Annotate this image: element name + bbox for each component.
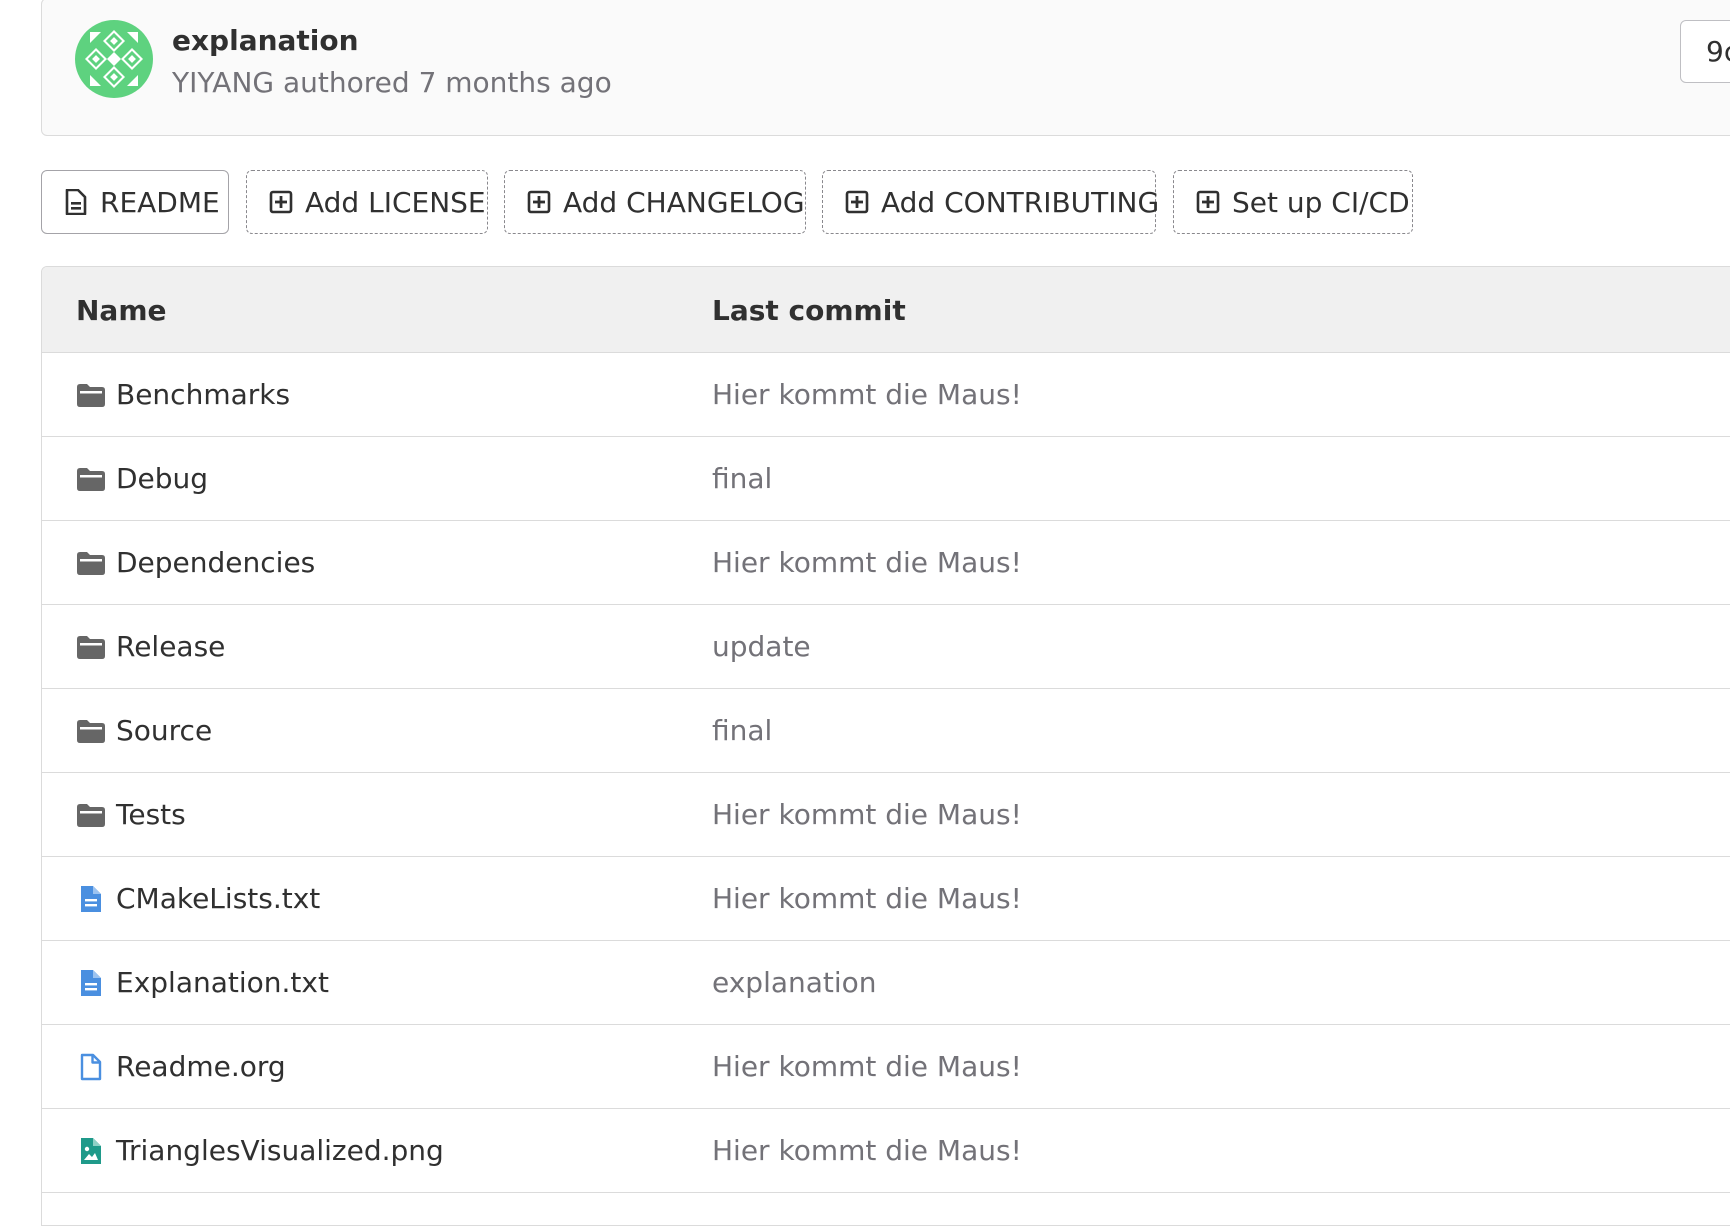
table-row[interactable]: Explanation.txt explanation — [42, 941, 1730, 1025]
last-commit-message[interactable]: Hier kommt die Maus! — [712, 1050, 1022, 1083]
readme-button-label: README — [100, 185, 220, 219]
file-name[interactable]: Explanation.txt — [116, 966, 329, 999]
table-row[interactable]: Source final — [42, 689, 1730, 773]
setup-cicd-button[interactable]: Set up CI/CD — [1173, 170, 1413, 234]
add-contributing-button-label: Add CONTRIBUTING — [881, 185, 1160, 219]
file-table: Name Last commit Benchmarks Hier kommt d… — [41, 266, 1730, 1226]
column-header-last-commit: Last commit — [712, 294, 906, 327]
table-row[interactable]: TrianglesVisualized.png Hier kommt die M… — [42, 1109, 1730, 1193]
last-commit-message[interactable]: explanation — [712, 966, 877, 999]
table-row[interactable]: Tests Hier kommt die Maus! — [42, 773, 1730, 857]
last-commit-message[interactable]: Hier kommt die Maus! — [712, 378, 1022, 411]
file-icon — [65, 189, 87, 215]
commit-sha-button[interactable]: 9c — [1680, 20, 1730, 83]
last-commit-message[interactable]: Hier kommt die Maus! — [712, 798, 1022, 831]
table-row[interactable]: CMakeLists.txt Hier kommt die Maus! — [42, 857, 1730, 941]
add-license-button-label: Add LICENSE — [305, 185, 486, 219]
table-row[interactable]: Dependencies Hier kommt die Maus! — [42, 521, 1730, 605]
file-name[interactable]: Tests — [116, 798, 186, 831]
file-name[interactable]: TrianglesVisualized.png — [116, 1134, 444, 1167]
commit-authored-label: authored — [283, 66, 410, 99]
column-header-name: Name — [76, 294, 167, 327]
add-changelog-button-label: Add CHANGELOG — [563, 185, 805, 219]
folder-icon — [77, 468, 105, 491]
file-name[interactable]: CMakeLists.txt — [116, 882, 320, 915]
readme-button[interactable]: README — [41, 170, 229, 234]
file-name[interactable]: Debug — [116, 462, 208, 495]
file-name[interactable]: Dependencies — [116, 546, 315, 579]
last-commit-message[interactable]: final — [712, 462, 772, 495]
file-name[interactable]: Readme.org — [116, 1050, 286, 1083]
text-file-icon — [81, 886, 101, 912]
image-file-icon — [81, 1138, 101, 1164]
last-commit-message[interactable]: update — [712, 630, 811, 663]
commit-author[interactable]: YIYANG — [172, 66, 274, 99]
folder-icon — [77, 552, 105, 575]
setup-cicd-button-label: Set up CI/CD — [1232, 185, 1410, 219]
last-commit-message[interactable]: Hier kommt die Maus! — [712, 546, 1022, 579]
plus-square-icon — [527, 190, 551, 214]
folder-icon — [77, 384, 105, 407]
avatar[interactable] — [75, 20, 153, 98]
identicon-icon — [75, 20, 153, 98]
commit-meta: YIYANG authored 7 months ago — [172, 66, 612, 99]
table-row[interactable]: Readme.org Hier kommt die Maus! — [42, 1025, 1730, 1109]
text-file-icon — [81, 970, 101, 996]
folder-icon — [77, 804, 105, 827]
plus-square-icon — [1196, 190, 1220, 214]
commit-time: 7 months ago — [418, 66, 612, 99]
plus-square-icon — [269, 190, 293, 214]
add-license-button[interactable]: Add LICENSE — [246, 170, 488, 234]
commit-title[interactable]: explanation — [172, 24, 359, 57]
table-header: Name Last commit — [42, 267, 1730, 353]
file-name[interactable]: Source — [116, 714, 212, 747]
file-outline-icon — [80, 1053, 102, 1081]
plus-square-icon — [845, 190, 869, 214]
last-commit-message[interactable]: Hier kommt die Maus! — [712, 882, 1022, 915]
table-row[interactable]: Benchmarks Hier kommt die Maus! — [42, 353, 1730, 437]
table-row[interactable]: Release update — [42, 605, 1730, 689]
folder-icon — [77, 636, 105, 659]
add-changelog-button[interactable]: Add CHANGELOG — [504, 170, 806, 234]
file-name[interactable]: Benchmarks — [116, 378, 290, 411]
add-contributing-button[interactable]: Add CONTRIBUTING — [822, 170, 1160, 234]
folder-icon — [77, 720, 105, 743]
last-commit-message[interactable]: Hier kommt die Maus! — [712, 1134, 1022, 1167]
last-commit-message[interactable]: final — [712, 714, 772, 747]
file-name[interactable]: Release — [116, 630, 225, 663]
table-row[interactable]: Debug final — [42, 437, 1730, 521]
